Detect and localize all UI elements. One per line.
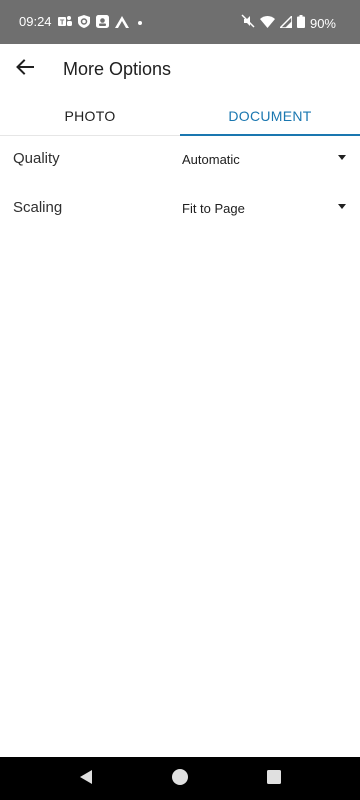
tab-photo[interactable]: PHOTO	[0, 96, 180, 136]
wifi-icon	[259, 15, 275, 33]
status-bar: 09:24 T 90%	[0, 0, 360, 44]
nav-recents-button[interactable]	[264, 769, 284, 789]
scaling-label: Scaling	[13, 199, 63, 216]
page-title: More Options	[63, 59, 172, 79]
recents-square-icon	[267, 769, 281, 789]
option-row-scaling: Scaling Fit to Page	[0, 185, 360, 233]
arrow-icon	[115, 15, 129, 33]
screen: 09:24 T 90% More Options PHOTO DOCUMENT …	[0, 0, 360, 800]
home-circle-icon	[171, 768, 189, 791]
shield-icon	[78, 15, 90, 33]
tab-bar: PHOTO DOCUMENT	[0, 96, 360, 136]
navigation-bar	[0, 757, 360, 800]
scaling-value: Fit to Page	[182, 201, 245, 216]
app-bar: More Options	[0, 44, 360, 96]
status-time: 09:24	[19, 14, 52, 29]
mute-icon	[241, 14, 255, 33]
status-left-icons: T	[58, 15, 145, 33]
back-arrow-icon	[16, 58, 34, 80]
quality-label: Quality	[13, 150, 60, 167]
nav-home-button[interactable]	[170, 768, 190, 791]
back-button[interactable]	[12, 56, 38, 82]
back-triangle-icon	[79, 769, 93, 790]
battery-percentage: 90%	[309, 16, 336, 31]
battery-icon	[296, 14, 305, 33]
tab-document[interactable]: DOCUMENT	[180, 96, 360, 136]
status-right-icons: 90%	[241, 13, 336, 33]
quality-value: Automatic	[182, 152, 240, 167]
scaling-dropdown[interactable]: Fit to Page	[182, 193, 352, 225]
option-row-quality: Quality Automatic	[0, 136, 360, 184]
quality-dropdown[interactable]: Automatic	[182, 144, 352, 176]
dropdown-caret-icon	[338, 155, 346, 160]
signal-icon	[278, 13, 293, 33]
dropdown-caret-icon	[338, 204, 346, 209]
dot-icon	[135, 15, 145, 33]
teams-icon: T	[58, 15, 72, 33]
nav-back-button[interactable]	[76, 769, 96, 789]
svg-text:T: T	[60, 20, 65, 27]
app-icon	[96, 15, 109, 33]
